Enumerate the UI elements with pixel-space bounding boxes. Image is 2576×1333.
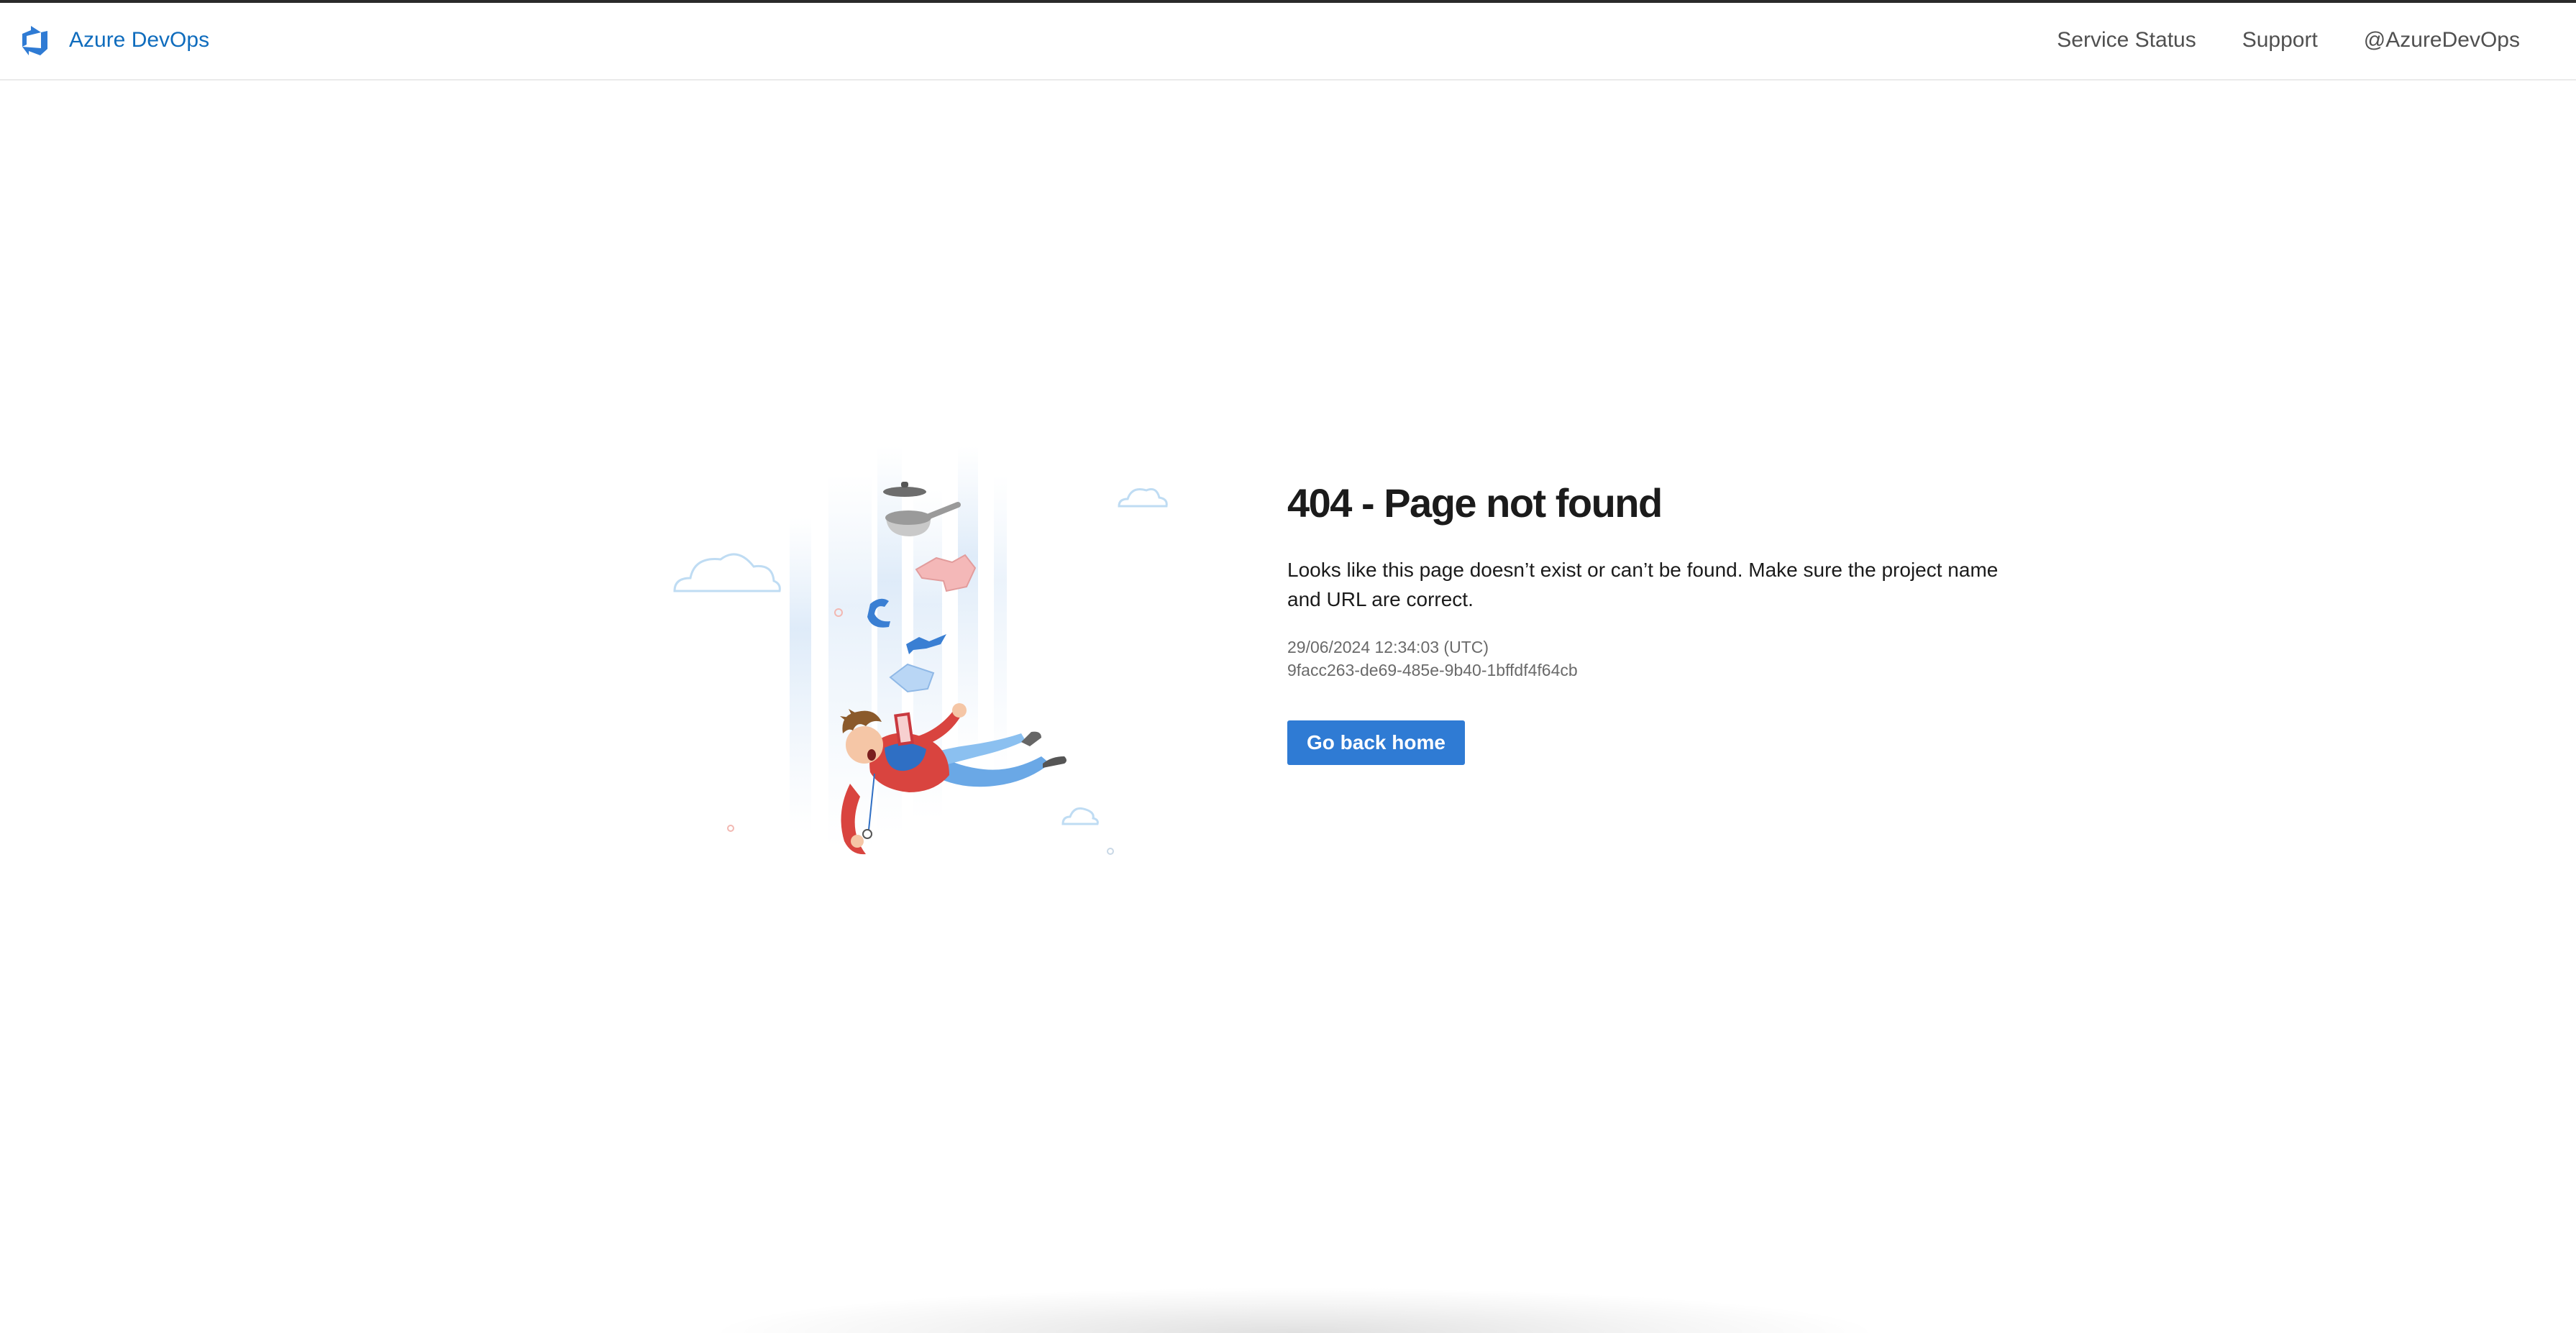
- bottom-shadow: [705, 1287, 1884, 1333]
- light-streak: [994, 475, 1007, 777]
- azure-devops-logo-icon: [22, 26, 47, 55]
- decorative-dot: [727, 825, 734, 832]
- nav-link-service-status[interactable]: Service Status: [2057, 20, 2196, 60]
- go-back-home-button[interactable]: Go back home: [1287, 720, 1465, 765]
- cloud-icon: [673, 553, 781, 592]
- page-title: 404 - Page not found: [1287, 480, 1663, 526]
- error-content: 404 - Page not found Looks like this pag…: [1287, 476, 2006, 765]
- brand-home-link[interactable]: Azure DevOps: [19, 20, 209, 60]
- error-message: Looks like this page doesn’t exist or ca…: [1287, 559, 1999, 610]
- cloud-icon: [1118, 487, 1168, 508]
- error-meta: 29/06/2024 12:34:03 (UTC) 9facc263-de69-…: [1287, 636, 2006, 682]
- decorative-dot: [1107, 848, 1114, 855]
- brand-name: Azure DevOps: [69, 28, 210, 52]
- cloud-icon: [1061, 807, 1099, 825]
- nav-link-twitter[interactable]: @AzureDevOps: [2364, 20, 2520, 60]
- pot-lid-icon: [883, 487, 926, 497]
- falling-person-illustration: [673, 446, 1168, 855]
- header-nav: Service Status Support @AzureDevOps: [2057, 20, 2520, 60]
- activity-id: 9facc263-de69-485e-9b40-1bffdf4f64cb: [1287, 661, 1578, 679]
- light-streak: [790, 518, 811, 834]
- falling-person: [840, 703, 1067, 855]
- error-timestamp: 29/06/2024 12:34:03 (UTC): [1287, 638, 1489, 656]
- nav-link-support[interactable]: Support: [2242, 20, 2318, 60]
- top-header: Azure DevOps Service Status Support @Azu…: [0, 3, 2576, 81]
